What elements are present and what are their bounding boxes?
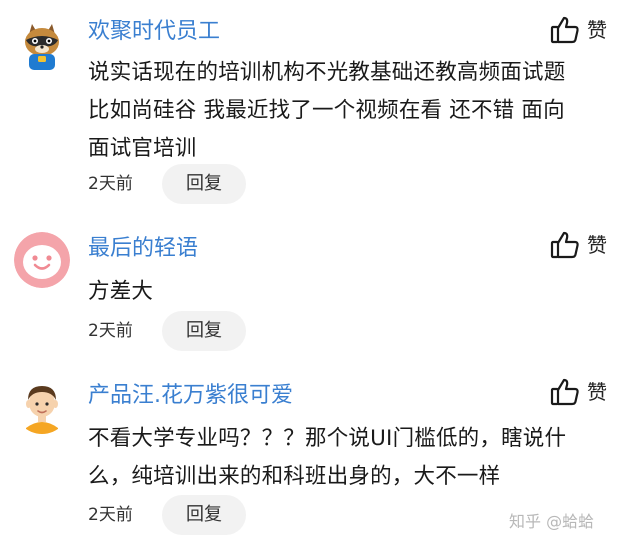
thumbs-up-icon — [550, 231, 579, 259]
like-button[interactable]: 赞 — [549, 14, 607, 46]
comment-meta: 2天前 回复 — [88, 495, 246, 535]
comment-content: 说实话现在的培训机构不光教基础还教高频面试题 比如尚硅谷 我最近找了一个视频在看… — [88, 54, 618, 168]
reply-button[interactable]: 回复 — [162, 311, 246, 351]
comment-content: 不看大学专业吗？？？那个说UI门槛低的，瞎说什 么，纯培训出来的和科班出身的，大… — [88, 420, 618, 496]
raccoon-avatar[interactable] — [14, 16, 70, 72]
content-line: 面试官培训 — [88, 136, 197, 161]
content-line: 比如尚硅谷 我最近找了一个视频在看 还不错 面向 — [88, 98, 565, 123]
thumbs-up-icon — [550, 378, 579, 406]
like-label: 赞 — [587, 233, 607, 257]
reply-button[interactable]: 回复 — [162, 164, 246, 204]
like-label: 赞 — [587, 18, 607, 42]
like-button[interactable]: 赞 — [549, 376, 607, 408]
content-line: 说实话现在的培训机构不光教基础还教高频面试题 — [88, 60, 566, 85]
username[interactable]: 产品汪.花万紫很可爱 — [88, 382, 293, 410]
cartoon-man-avatar[interactable] — [14, 378, 70, 434]
timestamp: 2天前 — [88, 174, 133, 194]
comment-meta: 2天前 回复 — [88, 164, 246, 204]
reply-button[interactable]: 回复 — [162, 495, 246, 535]
watermark: 知乎 @蛤蛤 — [509, 512, 595, 531]
content-line: 不看大学专业吗？？？那个说UI门槛低的，瞎说什 — [88, 426, 567, 451]
username[interactable]: 欢聚时代员工 — [88, 18, 220, 46]
like-button[interactable]: 赞 — [549, 229, 607, 261]
content-line: 么，纯培训出来的和科班出身的，大不一样 — [88, 464, 501, 489]
comment-content: 方差大 — [88, 273, 618, 311]
username[interactable]: 最后的轻语 — [88, 235, 198, 263]
smiley-face-avatar[interactable] — [14, 232, 70, 288]
thumbs-up-icon — [550, 16, 579, 44]
content-line: 方差大 — [88, 279, 154, 304]
comment-meta: 2天前 回复 — [88, 311, 246, 351]
timestamp: 2天前 — [88, 505, 133, 525]
like-label: 赞 — [587, 380, 607, 404]
timestamp: 2天前 — [88, 321, 133, 341]
